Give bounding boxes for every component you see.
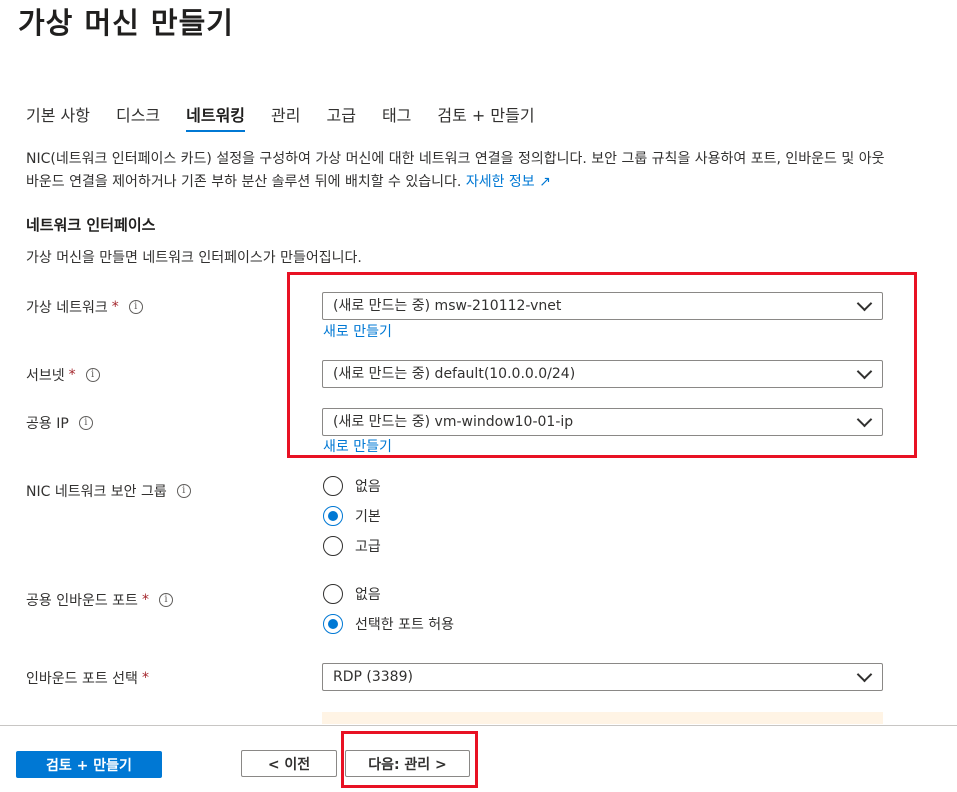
tab-basics[interactable]: 기본 사항 <box>26 100 90 132</box>
nsg-option-basic[interactable]: 기본 <box>323 506 381 526</box>
required-marker: * <box>141 592 149 608</box>
highlight-box-next-button <box>341 731 478 788</box>
radio-button[interactable] <box>323 476 343 496</box>
radio-label: 기본 <box>355 509 381 525</box>
info-icon[interactable]: i <box>158 593 173 607</box>
networking-description: NIC(네트워크 인터페이스 카드) 설정을 구성하여 가상 머신에 대한 네트… <box>26 148 896 194</box>
required-marker: * <box>141 670 149 686</box>
required-marker: * <box>111 299 119 315</box>
nsg-option-advanced[interactable]: 고급 <box>323 536 381 556</box>
radio-label: 고급 <box>355 539 381 555</box>
inbound-ports-label-text: 공용 인바운드 포트 <box>26 593 138 609</box>
tab-disks[interactable]: 디스크 <box>116 100 160 132</box>
public-ip-label: 공용 IP i <box>26 413 93 433</box>
highlight-box-network-fields <box>287 272 917 458</box>
radio-button-selected[interactable] <box>323 614 343 634</box>
tab-advanced[interactable]: 고급 <box>326 100 355 132</box>
vnet-label-text: 가상 네트워크 <box>26 300 108 316</box>
description-text: NIC(네트워크 인터페이스 카드) 설정을 구성하여 가상 머신에 대한 네트… <box>26 151 885 190</box>
previous-button[interactable]: < 이전 <box>241 750 337 777</box>
info-icon[interactable]: i <box>128 300 143 314</box>
tab-networking[interactable]: 네트워킹 <box>186 100 245 132</box>
info-icon[interactable]: i <box>176 484 191 498</box>
inbound-ports-label: 공용 인바운드 포트 * i <box>26 590 173 610</box>
nsg-label: NIC 네트워크 보안 그룹 i <box>26 481 191 501</box>
section-description: 가상 머신을 만들면 네트워크 인터페이스가 만들어집니다. <box>26 250 362 266</box>
radio-button-selected[interactable] <box>323 506 343 526</box>
vnet-label: 가상 네트워크 * i <box>26 297 143 317</box>
tab-review-create[interactable]: 검토 + 만들기 <box>437 100 534 132</box>
inbound-option-none[interactable]: 없음 <box>323 584 381 604</box>
nsg-option-none[interactable]: 없음 <box>323 476 381 496</box>
tab-bar: 기본 사항 디스크 네트워킹 관리 고급 태그 검토 + 만들기 <box>26 100 561 132</box>
select-ports-value: RDP (3389) <box>333 669 413 685</box>
learn-more-label: 자세한 정보 <box>465 174 535 190</box>
review-create-button[interactable]: 검토 + 만들기 <box>16 751 162 778</box>
info-icon[interactable]: i <box>78 416 93 430</box>
required-marker: * <box>68 367 76 383</box>
public-ip-label-text: 공용 IP <box>26 416 69 432</box>
tab-management[interactable]: 관리 <box>271 100 300 132</box>
external-link-icon: ↗ <box>539 174 551 190</box>
warning-banner <box>322 712 883 724</box>
select-ports-label-text: 인바운드 포트 선택 <box>26 671 138 687</box>
tab-tags[interactable]: 태그 <box>382 100 411 132</box>
radio-label: 없음 <box>355 479 381 495</box>
radio-button[interactable] <box>323 536 343 556</box>
nsg-label-text: NIC 네트워크 보안 그룹 <box>26 484 167 500</box>
subnet-label: 서브넷 * i <box>26 365 100 385</box>
page-title: 가상 머신 만들기 <box>18 6 234 40</box>
radio-label: 선택한 포트 허용 <box>355 617 455 633</box>
footer-divider <box>0 725 957 726</box>
subnet-label-text: 서브넷 <box>26 368 65 384</box>
info-icon[interactable]: i <box>85 368 100 382</box>
learn-more-link[interactable]: 자세한 정보 ↗ <box>466 174 551 190</box>
radio-button[interactable] <box>323 584 343 604</box>
select-ports-dropdown[interactable]: RDP (3389) <box>322 663 883 691</box>
radio-label: 없음 <box>355 587 381 603</box>
section-title: 네트워크 인터페이스 <box>26 216 156 234</box>
select-ports-label: 인바운드 포트 선택 * <box>26 668 149 688</box>
chevron-down-icon <box>856 666 873 683</box>
inbound-option-allow-selected[interactable]: 선택한 포트 허용 <box>323 614 454 634</box>
